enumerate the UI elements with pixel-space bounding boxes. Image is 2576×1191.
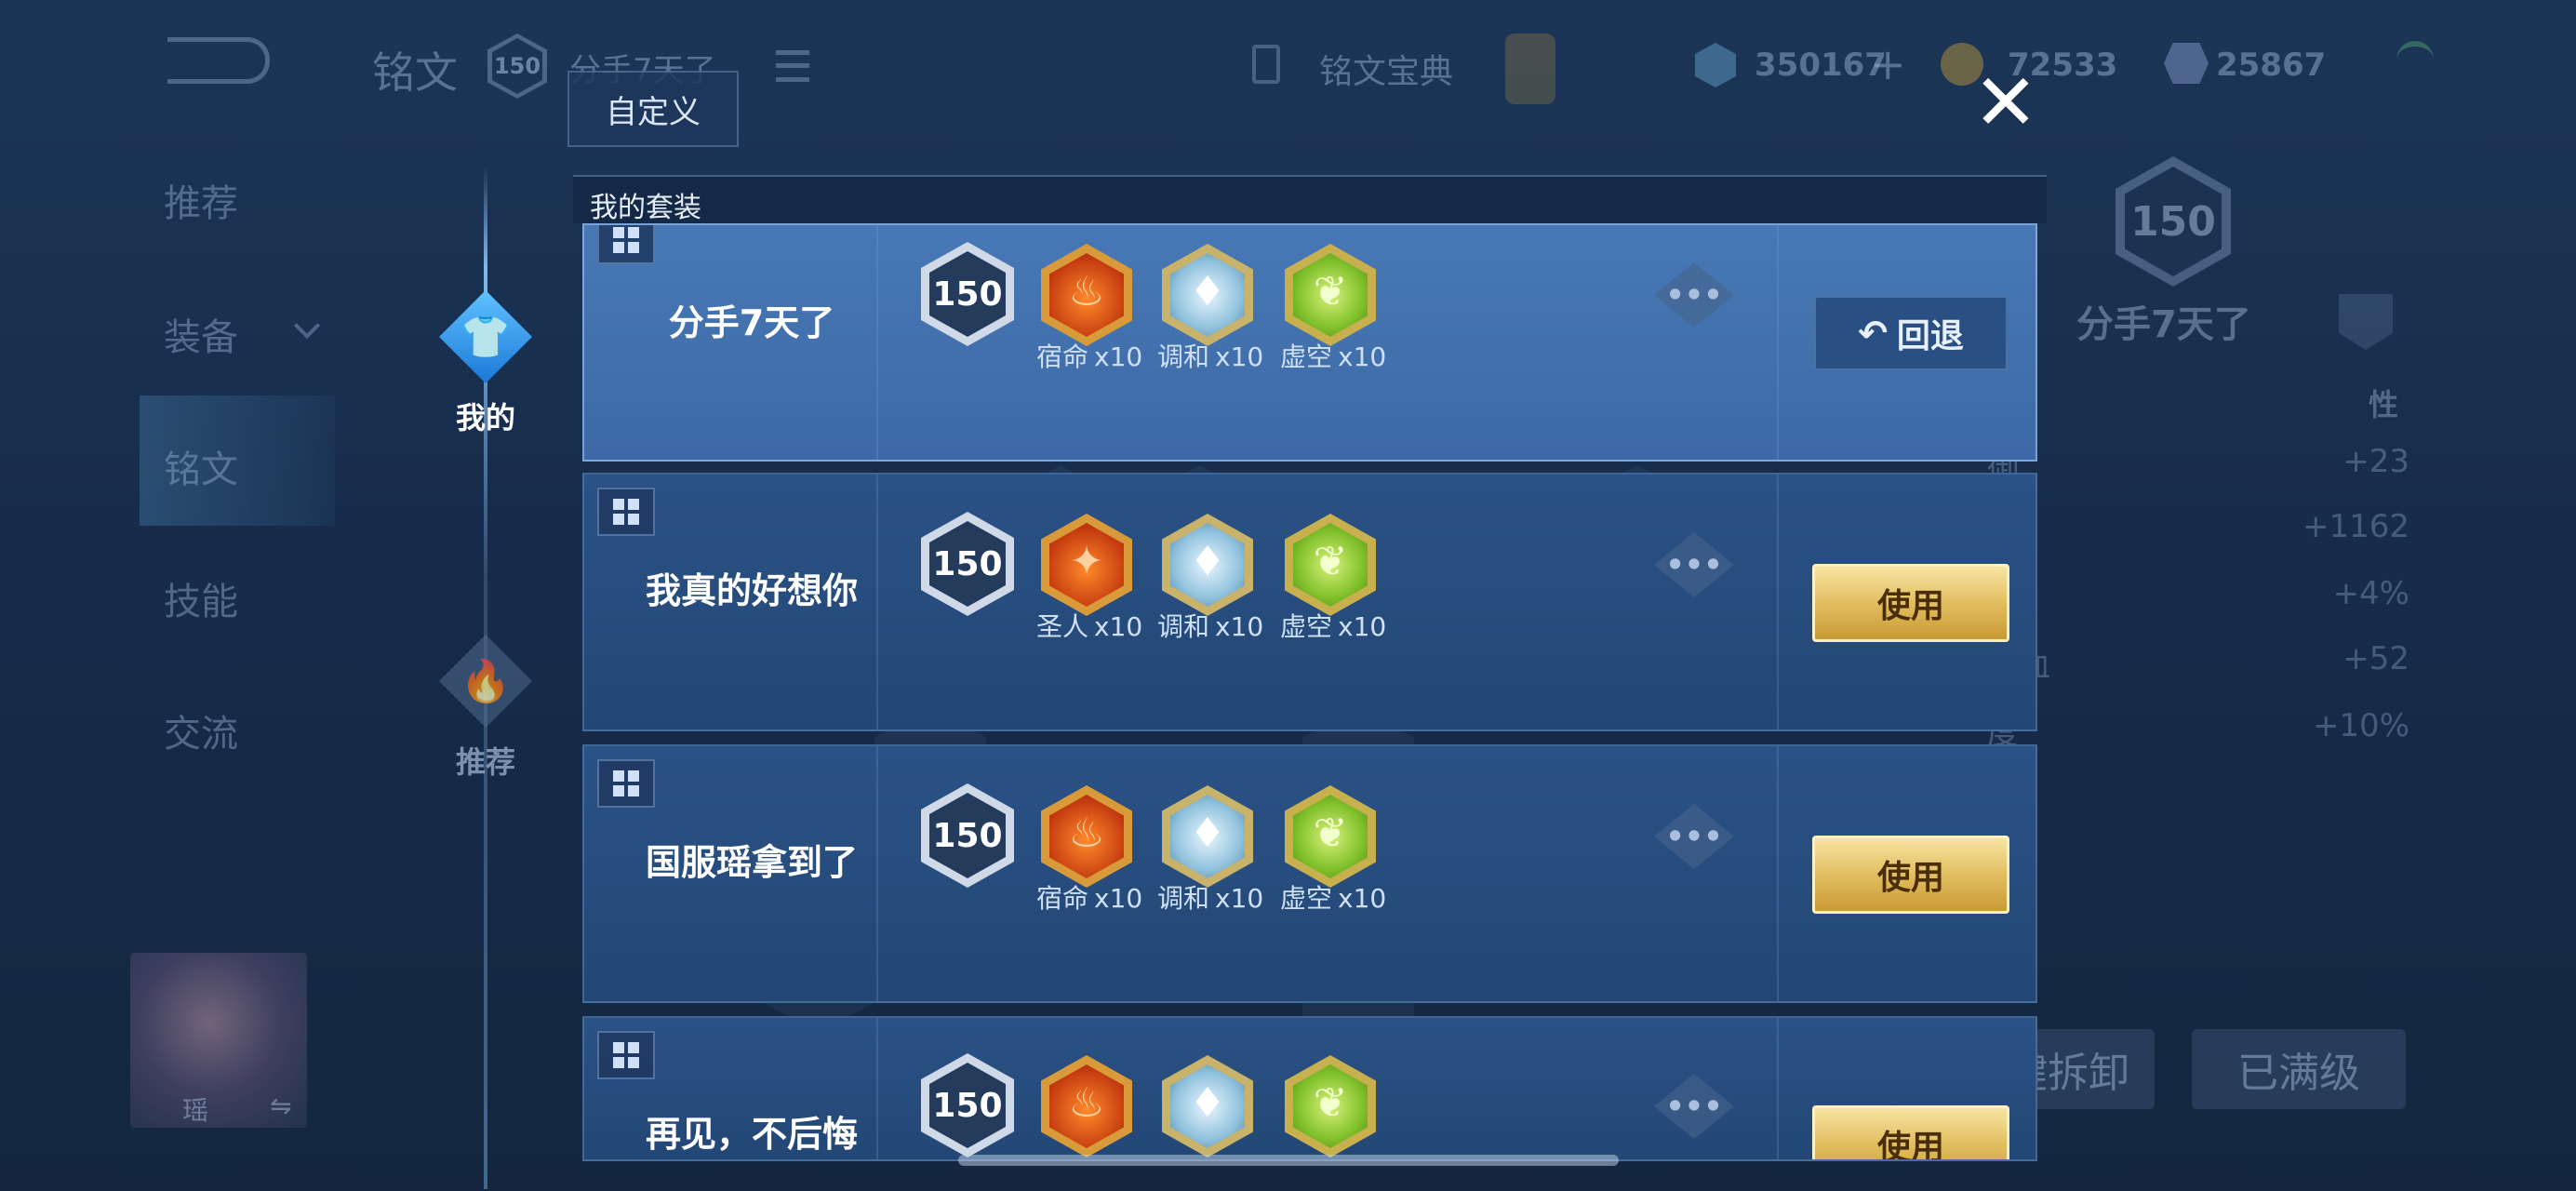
divider bbox=[876, 225, 878, 460]
rune-blue[interactable]: ♦ 调和 x10 bbox=[1157, 514, 1263, 642]
rune-caption: 虚空 x10 bbox=[1280, 611, 1387, 642]
rune-green[interactable]: ❦ 虚空 x10 bbox=[1280, 514, 1386, 642]
flame-icon: 🔥 bbox=[439, 635, 532, 728]
rune-green[interactable]: ❦ 虚空 x10 bbox=[1280, 785, 1386, 914]
use-button[interactable]: 使用 bbox=[1812, 1105, 2009, 1159]
more-options-icon[interactable]: ••• bbox=[1654, 262, 1734, 328]
rune-blue[interactable]: ♦ 调和 x10 bbox=[1157, 244, 1263, 372]
shirt-icon: 👕 bbox=[439, 290, 532, 383]
list-icon[interactable] bbox=[776, 50, 809, 82]
flame-rune-icon: ♨ bbox=[1041, 244, 1132, 346]
crystal-icon bbox=[2164, 43, 2209, 84]
back-icon[interactable] bbox=[167, 37, 270, 84]
right-level-badge: 150 bbox=[2116, 156, 2231, 287]
crystal-rune-icon: ✦ bbox=[1041, 514, 1132, 616]
grid-icon bbox=[597, 759, 655, 808]
horizontal-scrollbar[interactable] bbox=[958, 1155, 1619, 1166]
use-button[interactable]: 使用 bbox=[1812, 836, 2009, 914]
revert-button[interactable]: ↶ 回退 bbox=[1814, 296, 2008, 370]
side-menu-skills[interactable]: 技能 bbox=[164, 571, 238, 625]
rune-set-card[interactable]: 分手7天了 150 ♨ 宿命 x10 ♦ 调和 x10 ❦ 虚空 x10 ••• ↶ … bbox=[582, 223, 2037, 462]
side-menu-recommend[interactable]: 推荐 bbox=[164, 173, 238, 227]
rune-caption: 虚空 x10 bbox=[1280, 883, 1387, 914]
tab-mine[interactable]: 👕 我的 bbox=[434, 290, 538, 437]
close-icon[interactable]: ✕ bbox=[1970, 63, 2041, 141]
rune-red[interactable]: ✦ 圣人 x10 bbox=[1036, 514, 1142, 642]
currency-1-value: 350167 bbox=[1755, 47, 1887, 84]
right-set-name: 分手7天了 bbox=[2076, 303, 2251, 346]
droplet-rune-icon: ♦ bbox=[1162, 785, 1253, 888]
set-name: 国服瑶拿到了 bbox=[645, 842, 858, 883]
gem-currency-icon bbox=[1695, 43, 1736, 87]
tab-mine-label: 我的 bbox=[455, 400, 515, 435]
level-badge: 150 bbox=[921, 1053, 1014, 1158]
flame-rune-icon: ♨ bbox=[1041, 785, 1132, 888]
use-button[interactable]: 使用 bbox=[1812, 564, 2009, 642]
more-options-icon[interactable]: ••• bbox=[1654, 532, 1734, 597]
right-grid-icon bbox=[2339, 294, 2393, 350]
droplet-rune-icon: ♦ bbox=[1162, 514, 1253, 616]
codex-icon bbox=[1252, 45, 1280, 84]
divider bbox=[1777, 746, 1779, 1001]
rune-red[interactable]: ♨ bbox=[1040, 1055, 1133, 1158]
rune-green[interactable]: ❦ 虚空 x10 bbox=[1280, 244, 1386, 372]
set-name: 分手7天了 bbox=[668, 302, 835, 343]
set-name: 我真的好想你 bbox=[645, 570, 858, 611]
grid-icon bbox=[597, 488, 655, 536]
revert-label: 回退 bbox=[1896, 317, 1964, 355]
swap-icon[interactable]: ⇋ bbox=[270, 1091, 291, 1121]
page-title: 铭文 bbox=[372, 47, 458, 98]
rune-red[interactable]: ♨ 宿命 x10 bbox=[1036, 785, 1142, 914]
flame-rune-icon: ♨ bbox=[1041, 1055, 1132, 1158]
rune-set-card[interactable]: 国服瑶拿到了 150 ♨ 宿命 x10 ♦ 调和 x10 ❦ 虚空 x10 ••• 使… bbox=[582, 744, 2037, 1003]
level-icon: 150 bbox=[487, 33, 547, 99]
rune-green[interactable]: ❦ bbox=[1284, 1055, 1377, 1158]
grid-icon bbox=[597, 1031, 655, 1079]
rune-blue[interactable]: ♦ bbox=[1161, 1055, 1254, 1158]
chevron-down-icon bbox=[293, 312, 321, 340]
custom-tab[interactable]: 自定义 bbox=[567, 71, 739, 147]
currency-3-value: 25867 bbox=[2216, 47, 2327, 84]
divider bbox=[1777, 225, 1779, 460]
leaf-rune-icon: ❦ bbox=[1285, 514, 1376, 616]
tab-recommend[interactable]: 🔥 推荐 bbox=[434, 635, 538, 782]
side-menu-community[interactable]: 交流 bbox=[164, 703, 238, 757]
hero-name: 瑶 bbox=[182, 1095, 209, 1126]
level-badge: 150 bbox=[921, 783, 1014, 888]
set-name: 再见，不后悔 bbox=[645, 1114, 858, 1155]
level-badge: 150 bbox=[921, 242, 1014, 346]
leaf-rune-icon: ❦ bbox=[1285, 244, 1376, 346]
droplet-rune-icon: ♦ bbox=[1162, 1055, 1253, 1158]
wifi-icon bbox=[2396, 41, 2434, 78]
divider bbox=[876, 746, 878, 1001]
maxed-button[interactable]: 已满级 bbox=[2192, 1029, 2406, 1109]
divider bbox=[876, 475, 878, 729]
droplet-rune-icon: ♦ bbox=[1162, 244, 1253, 346]
more-options-icon[interactable]: ••• bbox=[1654, 1074, 1734, 1139]
side-menu-equipment[interactable]: 装备 bbox=[164, 307, 238, 361]
divider bbox=[876, 1018, 878, 1159]
undo-icon: ↶ bbox=[1858, 313, 1888, 354]
rune-blue[interactable]: ♦ 调和 x10 bbox=[1157, 785, 1263, 914]
codex-mascot-icon bbox=[1505, 33, 1555, 104]
rune-set-card[interactable]: 再见，不后悔 150 ♨ ♦ ❦ ••• 使用 bbox=[582, 1016, 2037, 1161]
rune-caption: 虚空 x10 bbox=[1280, 341, 1387, 372]
grid-icon bbox=[597, 225, 655, 264]
leaf-rune-icon: ❦ bbox=[1285, 1055, 1376, 1158]
codex-link[interactable]: 铭文宝典 bbox=[1319, 45, 1453, 93]
divider bbox=[1777, 1018, 1779, 1159]
level-badge: 150 bbox=[921, 512, 1014, 616]
side-menu-runes[interactable]: 铭文 bbox=[164, 439, 238, 493]
right-attr-header: 性 bbox=[2369, 387, 2399, 422]
panel-header: 我的套装 bbox=[573, 175, 2047, 224]
add-icon[interactable]: + bbox=[1870, 43, 1906, 86]
rune-red[interactable]: ♨ 宿命 x10 bbox=[1036, 244, 1142, 372]
panel-title: 我的套装 bbox=[590, 192, 701, 224]
tab-recommend-label: 推荐 bbox=[455, 744, 515, 780]
more-options-icon[interactable]: ••• bbox=[1654, 804, 1734, 869]
divider bbox=[1777, 475, 1779, 729]
leaf-rune-icon: ❦ bbox=[1285, 785, 1376, 888]
rune-set-card[interactable]: 我真的好想你 150 ✦ 圣人 x10 ♦ 调和 x10 ❦ 虚空 x10 ••• 使… bbox=[582, 473, 2037, 731]
